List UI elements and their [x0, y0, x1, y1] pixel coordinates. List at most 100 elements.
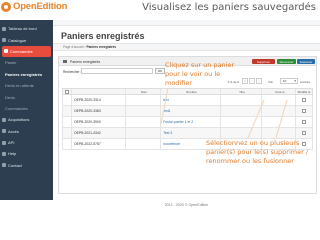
table-row[interactable]: OEPB-2021-4342 Test 3: [62, 128, 313, 139]
column-header[interactable]: Titre: [221, 89, 263, 94]
sidebar-subitem-cart[interactable]: Panier: [0, 57, 53, 68]
sidebar-item-label: Tableau de bord: [8, 26, 37, 32]
sidebar-item-acquisitions[interactable]: Acquisitions: [0, 114, 53, 125]
sidebar-item-contact[interactable]: Contact: [0, 160, 53, 171]
sidebar-subitem-orders[interactable]: Commandes: [0, 103, 53, 114]
cart-icon: [4, 49, 8, 54]
callout-line: Sélectionnez un ou plusieurs: [206, 139, 300, 147]
table-row[interactable]: OEPB-2020-3900 Fusion panier 1 et 2: [62, 117, 313, 128]
sidebar-item-catalog[interactable]: Catalogue: [0, 34, 53, 45]
sidebar-item-access[interactable]: Accès: [0, 126, 53, 137]
cart-name-link[interactable]: Fusion panier 1 et 2: [161, 117, 221, 127]
row-checkbox[interactable]: [302, 120, 307, 124]
delete-button[interactable]: Supprimer: [252, 59, 275, 64]
sidebar-item-label: Contact: [8, 162, 22, 168]
main-content: Paniers enregistrés Page d'accueil › Pan…: [53, 20, 320, 200]
sidebar-item-label: Paniers enregistrés: [5, 71, 43, 77]
column-header: [72, 89, 126, 94]
pager-first-button[interactable]: «: [242, 78, 248, 84]
search-input[interactable]: [81, 68, 153, 74]
row-cell: [126, 95, 162, 105]
checkbox[interactable]: [64, 89, 69, 94]
row-cell: [262, 95, 297, 105]
search-label: Rechercher :: [63, 70, 82, 74]
pager-next-button[interactable]: ›: [256, 78, 262, 84]
sidebar-subitem-saved-carts[interactable]: Paniers enregistrés: [0, 69, 53, 80]
row-cell: [126, 117, 162, 127]
search-ok-button[interactable]: OK: [155, 68, 165, 74]
per-page-suffix: entrées: [300, 80, 311, 84]
table-header: Nom Nombre Titre Créé le Modifié le: [62, 88, 313, 95]
row-select-cell: [296, 117, 312, 127]
pagination: « ‹ ›: [242, 78, 263, 84]
sidebar-item-label: Catalogue: [8, 37, 27, 43]
column-header[interactable]: Nom: [126, 89, 162, 94]
row-select-cell: [296, 95, 312, 105]
footer: 2012 - 2020 © OpenEdition: [164, 203, 209, 207]
sidebar-item-label: Acquisitions: [8, 117, 30, 123]
sidebar-item-label: Commandes: [5, 105, 28, 111]
row-cell: [262, 128, 297, 138]
row-cell: [221, 95, 263, 105]
row-cell: [221, 117, 263, 127]
sidebar-item-label: API: [8, 140, 15, 146]
breadcrumb-home[interactable]: Page d'accueil: [63, 45, 84, 49]
row-cell: [221, 128, 263, 138]
pager-prev-button[interactable]: ‹: [249, 78, 255, 84]
row-checkbox[interactable]: [302, 98, 307, 102]
table-row[interactable]: OEPB-2020-3383 test1: [62, 106, 313, 117]
row-cell: [63, 117, 72, 127]
top-bar: [53, 20, 320, 26]
row-checkbox[interactable]: [302, 109, 307, 113]
per-page-label: Voir: [268, 80, 274, 84]
catalog-icon: [2, 38, 6, 43]
callout-click-cart: Cliquez sur un panier pour le voir ou le…: [165, 61, 234, 88]
cart-id: OEPB-2020-3314: [72, 95, 126, 105]
column-header[interactable]: Créé le: [262, 89, 297, 94]
cart-name-link[interactable]: test: [161, 95, 221, 105]
sidebar-item-dashboard[interactable]: Tableau de bord: [0, 23, 53, 34]
app-screenshot: Tableau de bord Catalogue Commandes Pani…: [0, 20, 320, 240]
sidebar-item-api[interactable]: API: [0, 137, 53, 148]
row-checkbox[interactable]: [302, 131, 307, 135]
cart-id: OEPB-2020-3383: [72, 106, 126, 116]
row-cell: [126, 106, 162, 116]
callout-line: panier(s) pour le(s) supprimer /: [206, 148, 309, 156]
row-select-cell: [296, 128, 312, 138]
row-select-cell: [296, 106, 312, 116]
row-cell: [262, 117, 297, 127]
cart-name-link[interactable]: Test 3: [161, 128, 221, 138]
callout-line: modifier: [165, 79, 193, 87]
sidebar-subitem-quotes[interactable]: Devis: [0, 91, 53, 102]
contact-icon: [2, 163, 6, 168]
rename-button[interactable]: Renommer: [277, 59, 296, 64]
slide-title: Visualisez les paniers sauvegardés: [142, 2, 316, 13]
row-cell: [126, 128, 162, 138]
cart-id: OEPB-2021-4342: [72, 128, 126, 138]
sidebar-item-orders[interactable]: Commandes: [2, 45, 51, 58]
brand: OpenEdition: [1, 1, 67, 12]
sidebar: Tableau de bord Catalogue Commandes Pani…: [0, 20, 53, 200]
per-page-select[interactable]: 10: [280, 78, 298, 84]
sidebar-subitem-pending-quotes[interactable]: Devis en attente: [0, 80, 53, 91]
openedition-logo-icon: [1, 1, 11, 12]
breadcrumb: Page d'accueil › Paniers enregistrés: [53, 43, 320, 51]
column-header[interactable]: Nombre: [161, 89, 221, 94]
column-header-select-all[interactable]: [63, 89, 72, 94]
sidebar-item-help[interactable]: Help: [0, 148, 53, 159]
row-cell: [221, 106, 263, 116]
api-icon: [2, 140, 6, 145]
column-header[interactable]: Modifié le: [296, 89, 312, 94]
list-icon: [63, 60, 67, 63]
breadcrumb-current: Paniers enregistrés: [86, 45, 117, 49]
callout-line: pour le voir ou le: [165, 70, 221, 78]
cart-id: OEPB-2020-3900: [72, 117, 126, 127]
table-row[interactable]: OEPB-2020-3314 test: [62, 95, 313, 106]
sidebar-item-label: Accès: [8, 128, 19, 134]
cart-name-link[interactable]: test1: [161, 106, 221, 116]
merge-button[interactable]: Fusionner: [297, 59, 315, 64]
callout-line: renommer ou les fusionner: [206, 157, 294, 165]
help-icon: [2, 151, 6, 156]
row-cell: [63, 139, 72, 149]
sidebar-item-label: Devis en attente: [5, 83, 34, 89]
